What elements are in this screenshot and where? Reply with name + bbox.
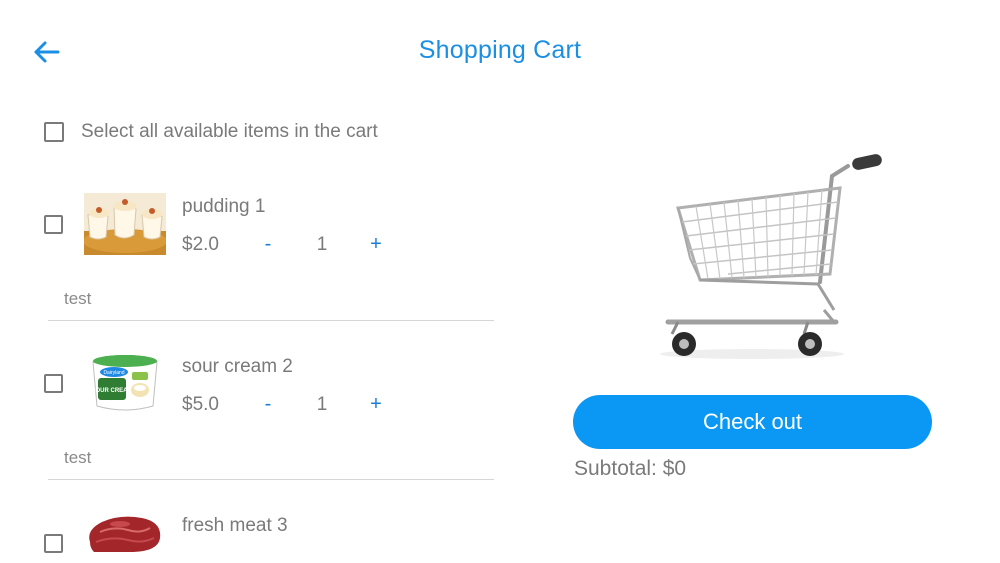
item-price: $5.0 (182, 394, 219, 415)
item-checkbox[interactable] (44, 215, 63, 234)
item-divider (48, 320, 494, 321)
item-divider (48, 479, 494, 480)
item-note: test (64, 289, 92, 308)
item-quantity: 1 (316, 394, 328, 415)
increase-quantity-button[interactable]: + (365, 393, 387, 416)
pudding-image (84, 193, 166, 255)
decrease-quantity-button[interactable]: - (257, 233, 279, 256)
svg-text:Dairyland: Dairyland (103, 370, 124, 376)
shopping-cart-page: Shopping Cart Select all available items… (0, 0, 1000, 563)
svg-text:SOUR CREAM: SOUR CREAM (91, 388, 132, 394)
item-name: fresh meat 3 (182, 515, 288, 536)
increase-quantity-button[interactable]: + (365, 233, 387, 256)
sour-cream-image: Dairyland SOUR CREAM (91, 355, 158, 411)
item-price: $2.0 (182, 234, 219, 255)
item-name: pudding 1 (182, 196, 266, 217)
item-name: sour cream 2 (182, 356, 293, 377)
shopping-cart-icon (660, 154, 882, 359)
item-checkbox[interactable] (44, 374, 63, 393)
checkout-button[interactable]: Check out (573, 395, 932, 449)
subtotal-text: Subtotal: $0 (574, 457, 687, 480)
item-quantity: 1 (316, 234, 328, 255)
item-checkbox[interactable] (44, 534, 63, 553)
decrease-quantity-button[interactable]: - (257, 393, 279, 416)
item-note: test (64, 448, 92, 467)
fresh-meat-image (89, 516, 161, 552)
cart-item-list: pudding 1 $2.0 - 1 + test Dairyland SOUR… (0, 0, 520, 563)
